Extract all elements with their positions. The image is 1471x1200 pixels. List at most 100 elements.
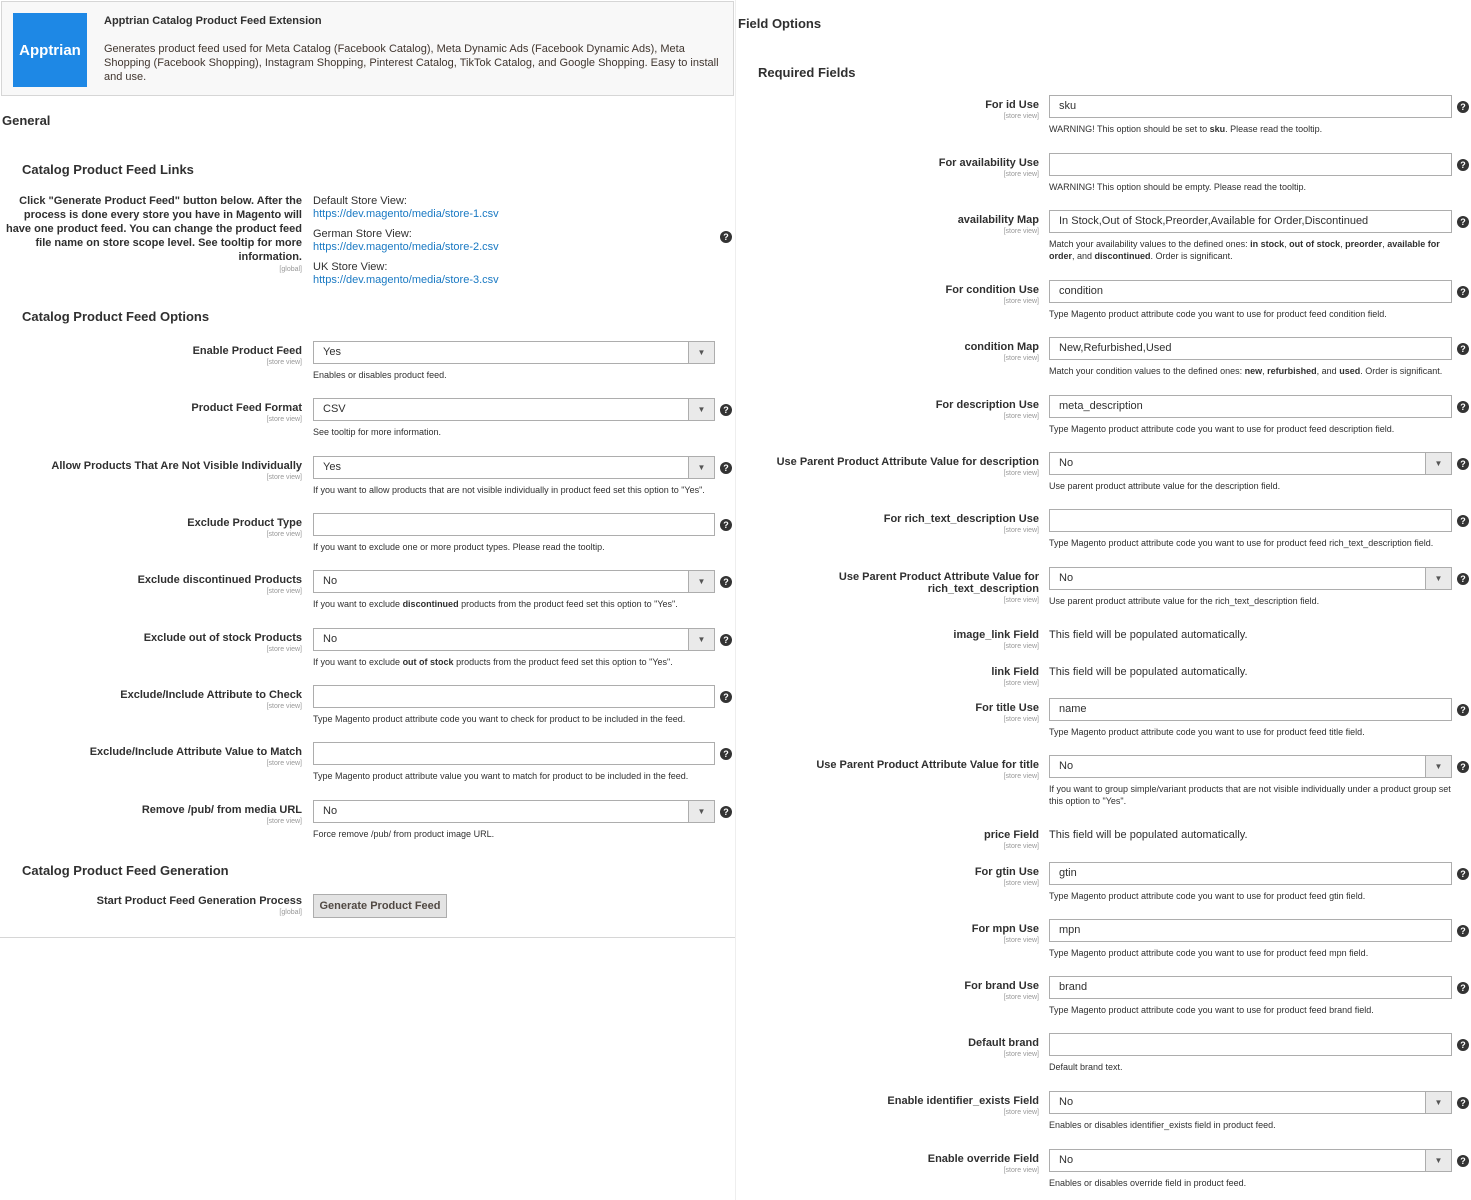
question-circle-icon[interactable]: ? (1457, 343, 1469, 355)
field-use-parent-product-attribute-value-for-description-select[interactable]: No ▼ (1049, 452, 1452, 475)
exclude-include-attribute-value-to-match-input[interactable] (313, 742, 715, 765)
question-circle-icon[interactable]: ? (1457, 761, 1469, 773)
question-circle-icon[interactable]: ? (1457, 868, 1469, 880)
field-for-rich-text-description-use-input[interactable] (1049, 509, 1452, 532)
product-feed-format-note: See tooltip for more information. (313, 427, 442, 437)
question-circle-icon[interactable]: ? (1457, 573, 1469, 585)
chevron-down-icon[interactable]: ▼ (688, 801, 714, 822)
question-circle-icon[interactable]: ? (1457, 401, 1469, 413)
field-for-condition-use-input[interactable]: condition (1049, 280, 1452, 303)
store-feed-link[interactable]: https://dev.magento/media/store-3.csv (313, 274, 499, 287)
field-for-availability-use-input[interactable] (1049, 153, 1452, 176)
remove-pub-from-media-url-select[interactable]: No ▼ (313, 800, 715, 823)
store-feed-link[interactable]: https://dev.magento/media/store-2.csv (313, 241, 499, 254)
chevron-down-icon[interactable]: ▼ (688, 399, 714, 420)
question-circle-icon[interactable]: ? (1457, 515, 1469, 527)
field-default-brand-note: Default brand text. (1049, 1062, 1123, 1072)
chevron-down-icon[interactable]: ▼ (1425, 756, 1451, 777)
exclude-product-type-input[interactable] (313, 513, 715, 536)
exclude-out-of-stock-products-select[interactable]: No ▼ (313, 628, 715, 651)
question-circle-icon[interactable]: ? (1457, 159, 1469, 171)
field-link-field-value: This field will be populated automatical… (1049, 666, 1248, 678)
question-circle-icon[interactable]: ? (720, 691, 732, 703)
generation-label: Start Product Feed Generation Process [g… (96, 895, 302, 916)
field-default-brand-input[interactable] (1049, 1033, 1452, 1056)
question-circle-icon[interactable]: ? (1457, 704, 1469, 716)
chevron-down-icon[interactable]: ▼ (688, 457, 714, 478)
field-availability-map-input[interactable]: In Stock,Out of Stock,Preorder,Available… (1049, 210, 1452, 233)
field-use-parent-product-attribute-value-for-rich-text-description-select[interactable]: No ▼ (1049, 567, 1452, 590)
field-enable-override-field-select[interactable]: No ▼ (1049, 1149, 1452, 1172)
generation-section-heading: Catalog Product Feed Generation (22, 863, 229, 878)
question-circle-icon[interactable]: ? (720, 576, 732, 588)
enable-product-feed-select[interactable]: Yes ▼ (313, 341, 715, 364)
allow-products-that-are-not-visible-individually-select[interactable]: Yes ▼ (313, 456, 715, 479)
field-condition-map-note: Match your condition values to the defin… (1049, 366, 1443, 376)
exclude-out-of-stock-products-note: If you want to exclude out of stock prod… (313, 657, 673, 667)
store-feed-links: Default Store View: https://dev.magento/m… (313, 195, 499, 294)
question-circle-icon[interactable]: ? (720, 806, 732, 818)
field-for-gtin-use-note: Type Magento product attribute code you … (1049, 891, 1366, 901)
question-circle-icon[interactable]: ? (1457, 1039, 1469, 1051)
field-for-gtin-use-input[interactable]: gtin (1049, 862, 1452, 885)
links-label: Click "Generate Product Feed" button bel… (5, 195, 302, 273)
field-options-heading: Field Options (738, 16, 822, 31)
field-for-brand-use-input[interactable]: brand (1049, 976, 1452, 999)
field-for-id-use-input[interactable]: sku (1049, 95, 1452, 118)
field-price-field-label: price Field [store view] (983, 829, 1039, 850)
allow-products-that-are-not-visible-individually-label: Allow Products That Are Not Visible Indi… (51, 460, 302, 481)
field-enable-override-field-label: Enable override Field [store view] (927, 1153, 1039, 1174)
question-circle-icon[interactable]: ? (720, 634, 732, 646)
field-enable-identifier-exists-field-note: Enables or disables identifier_exists fi… (1049, 1120, 1276, 1130)
allow-products-that-are-not-visible-individually-note: If you want to allow products that are n… (313, 485, 705, 495)
general-heading: General (2, 113, 51, 128)
field-for-availability-use-label: For availability Use [store view] (938, 157, 1039, 178)
field-availability-map-note: Match your availability values to the de… (1049, 239, 1440, 261)
question-circle-icon[interactable]: ? (720, 404, 732, 416)
question-circle-icon[interactable]: ? (720, 462, 732, 474)
exclude-product-type-label: Exclude Product Type [store view] (187, 517, 302, 538)
field-for-title-use-input[interactable]: name (1049, 698, 1452, 721)
field-use-parent-product-attribute-value-for-title-select[interactable]: No ▼ (1049, 755, 1452, 778)
store-feed-link[interactable]: https://dev.magento/media/store-1.csv (313, 208, 499, 221)
exclude-include-attribute-to-check-note: Type Magento product attribute code you … (313, 714, 686, 724)
question-circle-icon[interactable]: ? (1457, 1155, 1469, 1167)
field-for-rich-text-description-use-label: For rich_text_description Use [store view… (883, 513, 1039, 534)
exclude-discontinued-products-select[interactable]: No ▼ (313, 570, 715, 593)
question-circle-icon[interactable]: ? (1457, 458, 1469, 470)
apptrian-logo: Apptrian (13, 13, 87, 87)
field-for-description-use-input[interactable]: meta_description (1049, 395, 1452, 418)
field-for-description-use-label: For description Use [store view] (935, 399, 1039, 420)
field-use-parent-product-attribute-value-for-description-note: Use parent product attribute value for t… (1049, 481, 1281, 491)
field-use-parent-product-attribute-value-for-title-note: If you want to group simple/variant prod… (1049, 784, 1451, 806)
question-circle-icon[interactable]: ? (720, 231, 732, 243)
chevron-down-icon[interactable]: ▼ (1425, 453, 1451, 474)
chevron-down-icon[interactable]: ▼ (1425, 1092, 1451, 1113)
chevron-down-icon[interactable]: ▼ (688, 629, 714, 650)
question-circle-icon[interactable]: ? (720, 748, 732, 760)
question-circle-icon[interactable]: ? (1457, 925, 1469, 937)
chevron-down-icon[interactable]: ▼ (1425, 1150, 1451, 1171)
extension-title: Apptrian Catalog Product Feed Extension (104, 15, 322, 27)
question-circle-icon[interactable]: ? (720, 519, 732, 531)
product-feed-format-select[interactable]: CSV ▼ (313, 398, 715, 421)
field-for-id-use-note: WARNING! This option should be set to sk… (1049, 124, 1323, 134)
extension-description: Generates product feed used for Meta Cat… (104, 43, 719, 83)
question-circle-icon[interactable]: ? (1457, 982, 1469, 994)
field-enable-identifier-exists-field-select[interactable]: No ▼ (1049, 1091, 1452, 1114)
field-for-title-use-label: For title Use [store view] (975, 702, 1039, 723)
chevron-down-icon[interactable]: ▼ (688, 342, 714, 363)
question-circle-icon[interactable]: ? (1457, 286, 1469, 298)
chevron-down-icon[interactable]: ▼ (1425, 568, 1451, 589)
field-use-parent-product-attribute-value-for-rich-text-description-note: Use parent product attribute value for t… (1049, 596, 1320, 606)
question-circle-icon[interactable]: ? (1457, 216, 1469, 228)
generate-product-feed-button[interactable]: Generate Product Feed (313, 894, 447, 918)
field-condition-map-input[interactable]: New,Refurbished,Used (1049, 337, 1452, 360)
exclude-include-attribute-to-check-input[interactable] (313, 685, 715, 708)
field-for-mpn-use-note: Type Magento product attribute code you … (1049, 948, 1369, 958)
question-circle-icon[interactable]: ? (1457, 101, 1469, 113)
field-for-mpn-use-input[interactable]: mpn (1049, 919, 1452, 942)
chevron-down-icon[interactable]: ▼ (688, 571, 714, 592)
general-column: Apptrian Apptrian Catalog Product Feed E… (0, 0, 735, 1200)
question-circle-icon[interactable]: ? (1457, 1097, 1469, 1109)
